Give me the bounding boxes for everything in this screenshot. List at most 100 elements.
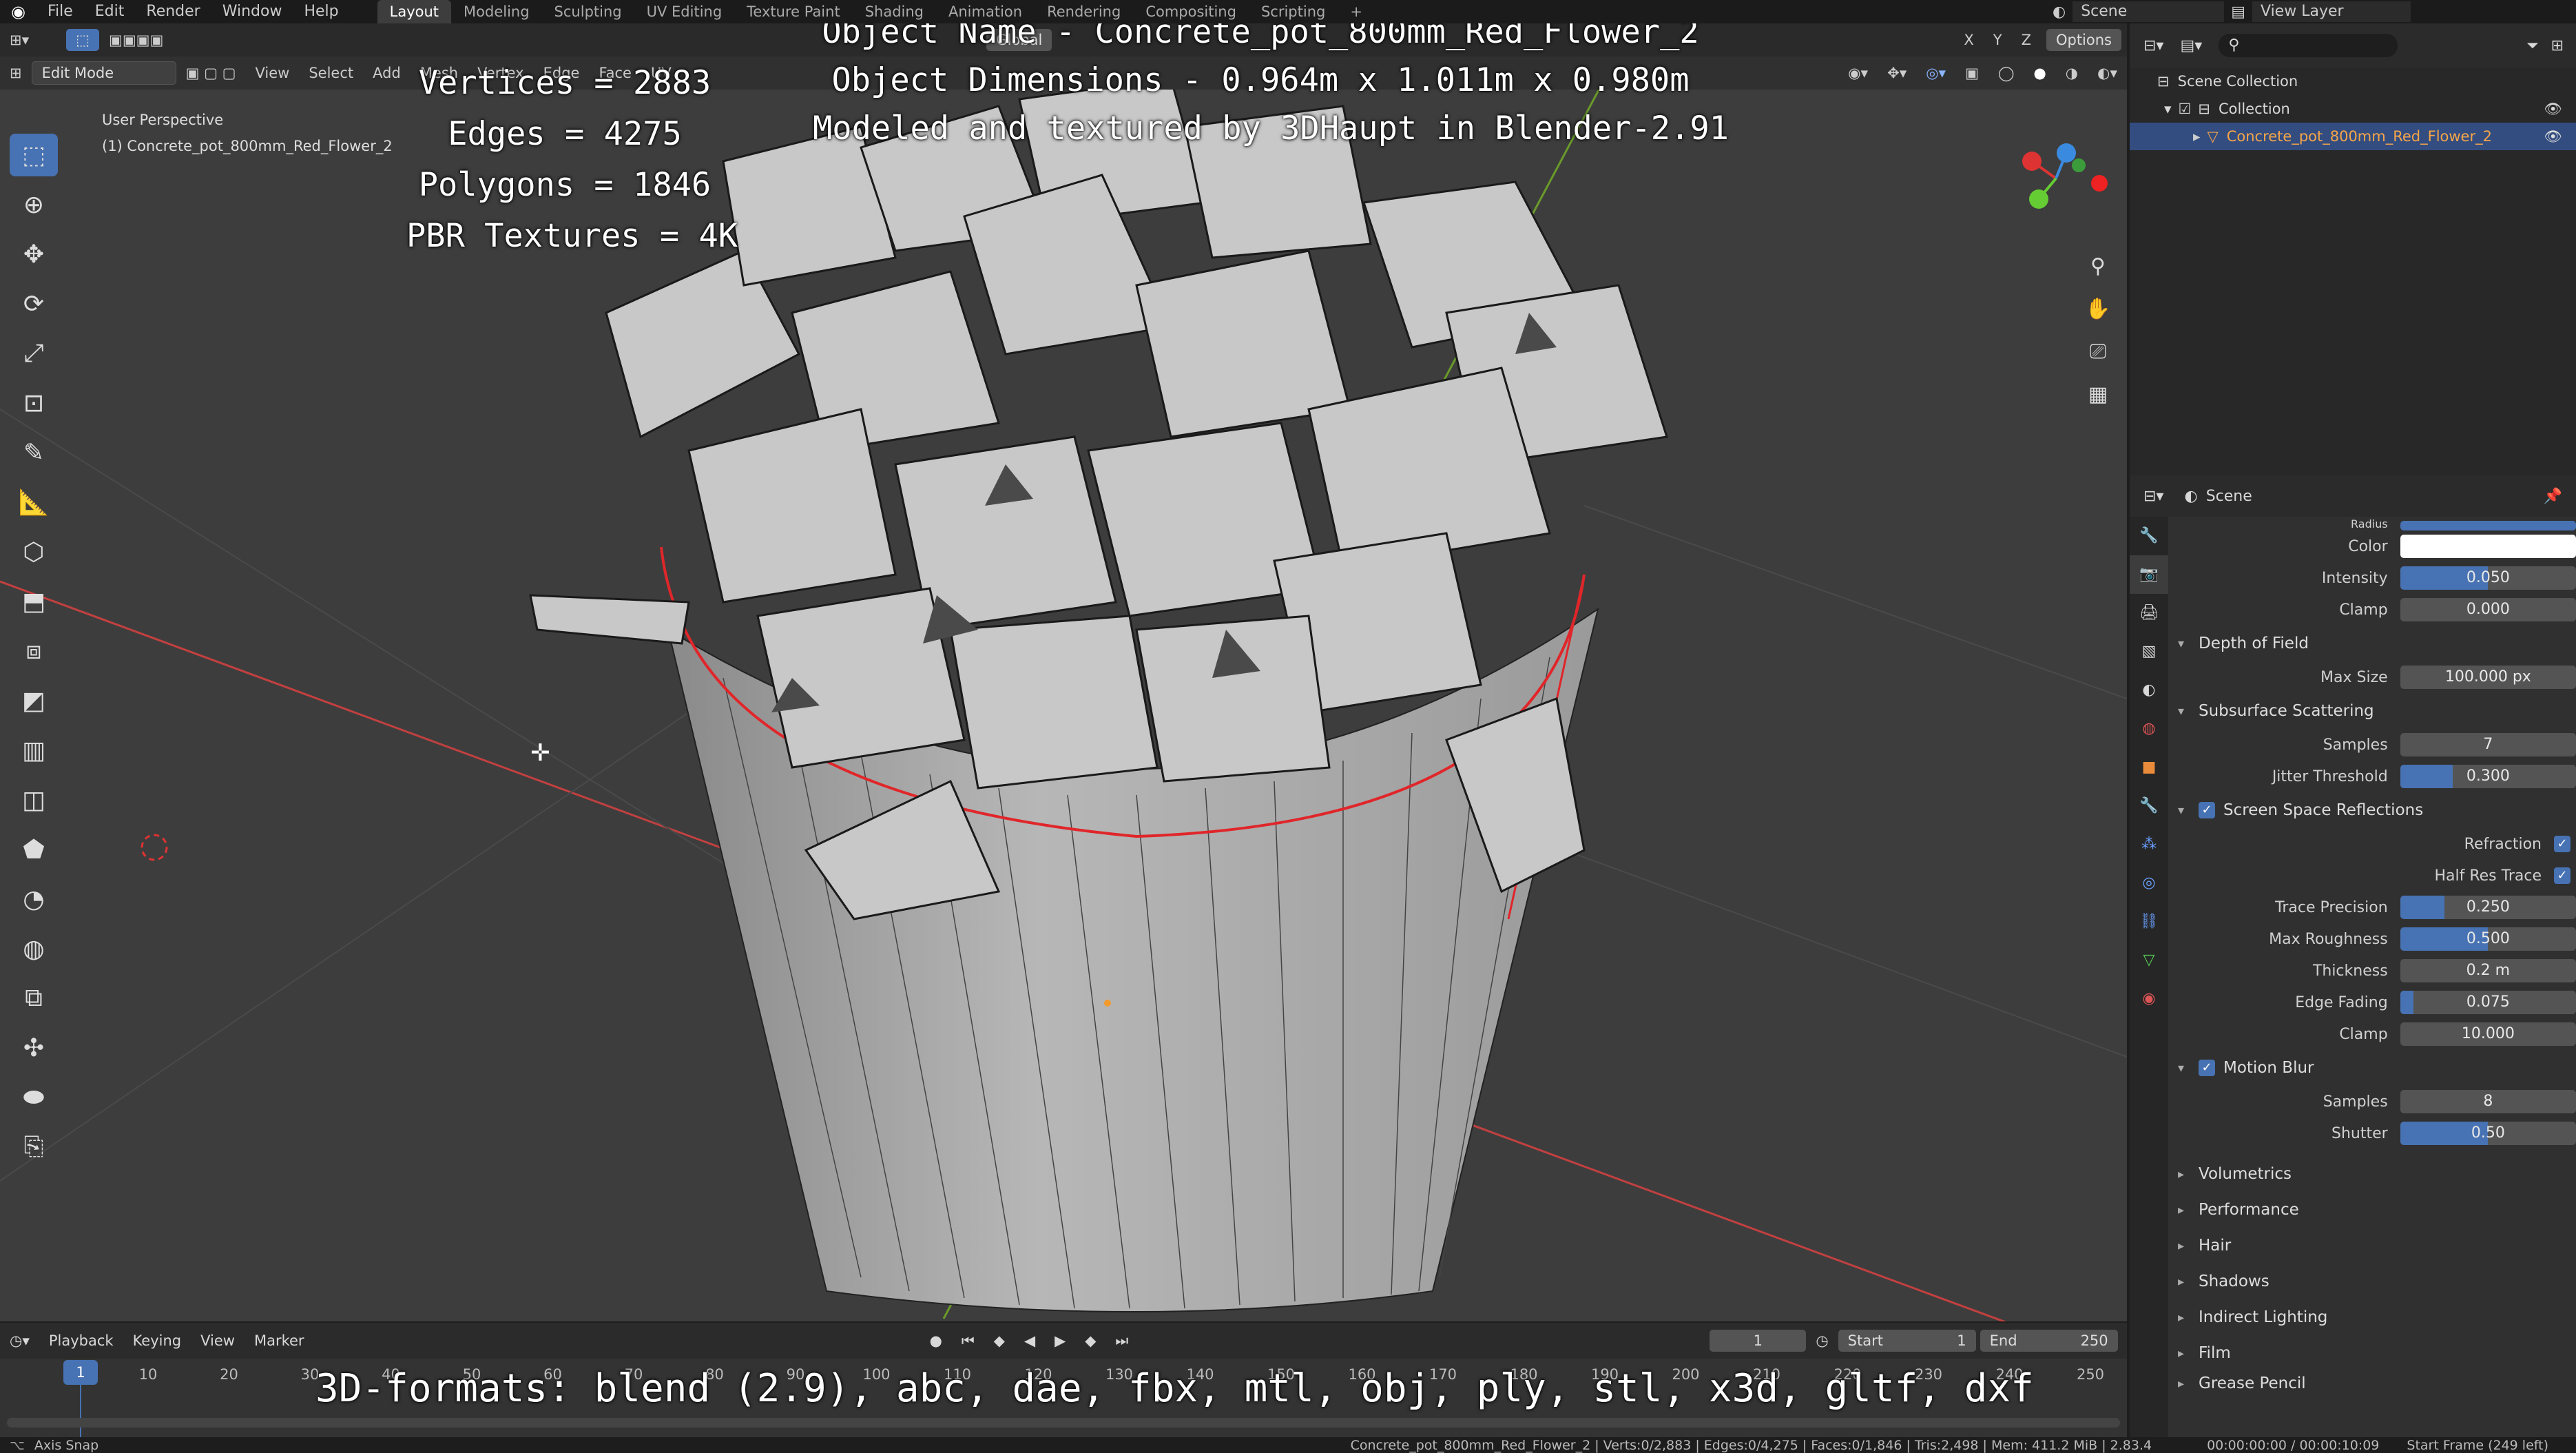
extrude-icon[interactable]: ⬒ bbox=[10, 580, 58, 623]
rip-region-icon[interactable]: ⎘ bbox=[10, 1126, 58, 1168]
workspace-tab-rendering[interactable]: Rendering bbox=[1035, 0, 1133, 23]
gizmo-icon[interactable]: ✥▾ bbox=[1878, 65, 1916, 81]
panel-subsurface-scattering[interactable]: ▾ Subsurface Scattering bbox=[2168, 693, 2576, 729]
menu-edit[interactable]: Edit bbox=[84, 0, 136, 23]
annotate-icon[interactable]: ✎ bbox=[10, 431, 58, 474]
panel-film[interactable]: ▸ Film bbox=[2168, 1335, 2576, 1371]
menu-render[interactable]: Render bbox=[135, 0, 211, 23]
camera-icon[interactable]: ⎚ bbox=[2080, 333, 2116, 369]
particles-tab-icon[interactable]: ⁂ bbox=[2130, 825, 2168, 864]
shear-icon[interactable]: ⬬ bbox=[10, 1076, 58, 1119]
constraints-tab-icon[interactable]: ⛓ bbox=[2130, 903, 2168, 941]
loop-cut-icon[interactable]: ▥ bbox=[10, 729, 58, 772]
trace-slider[interactable]: 0.250 bbox=[2400, 896, 2576, 919]
edge-fading-slider[interactable]: 0.075 bbox=[2400, 991, 2576, 1014]
menu-window[interactable]: Window bbox=[211, 0, 293, 23]
ssr-checkbox[interactable]: ✓ bbox=[2199, 802, 2215, 818]
workspace-tab-shading[interactable]: Shading bbox=[853, 0, 936, 23]
menu-help[interactable]: Help bbox=[293, 0, 349, 23]
panel-ssr[interactable]: ▾ ✓ Screen Space Reflections bbox=[2168, 792, 2576, 828]
panel-volumetrics[interactable]: ▸ Volumetrics bbox=[2168, 1156, 2576, 1192]
motion-blur-checkbox[interactable]: ✓ bbox=[2199, 1060, 2215, 1076]
view-layer-selector[interactable]: View Layer bbox=[2252, 1, 2411, 22]
rotate-icon[interactable]: ⟳ bbox=[10, 282, 58, 325]
refraction-checkbox[interactable]: ✓ bbox=[2554, 836, 2570, 852]
scene-selector[interactable]: Scene bbox=[2073, 1, 2225, 22]
mirror-y-toggle[interactable]: Y bbox=[1984, 32, 2012, 48]
object-visibility-icon[interactable]: 👁 bbox=[2544, 128, 2562, 145]
editor-type-icon-2[interactable]: ⊞ bbox=[0, 65, 32, 81]
prev-key-icon[interactable]: ◆ bbox=[984, 1332, 1015, 1349]
view-layer-tab-icon[interactable]: ▧ bbox=[2130, 632, 2168, 671]
shrink-fatten-icon[interactable]: ✣ bbox=[10, 1027, 58, 1069]
poly-build-icon[interactable]: ⬟ bbox=[10, 828, 58, 871]
outliner-row-scene-collection[interactable]: ⊟ Scene Collection bbox=[2130, 68, 2576, 95]
mirror-x-toggle[interactable]: X bbox=[1954, 32, 1983, 48]
half-res-checkbox[interactable]: ✓ bbox=[2554, 867, 2570, 884]
panel-depth-of-field[interactable]: ▾ Depth of Field bbox=[2168, 626, 2576, 661]
transform-icon[interactable]: ⊡ bbox=[10, 382, 58, 424]
menu-file[interactable]: File bbox=[37, 0, 84, 23]
spin-icon[interactable]: ◔ bbox=[10, 878, 58, 920]
workspace-tab-sculpting[interactable]: Sculpting bbox=[542, 0, 634, 23]
jump-start-icon[interactable]: ⏮ bbox=[952, 1332, 984, 1350]
outliner-row-collection[interactable]: ▾ ☑ ⊟ Collection 👁 bbox=[2130, 95, 2576, 123]
scene-tab-icon[interactable]: ◐ bbox=[2130, 671, 2168, 710]
shading-wireframe-icon[interactable]: ◯ bbox=[1988, 65, 2024, 81]
sss-samples-field[interactable]: 7 bbox=[2400, 733, 2576, 756]
smooth-icon[interactable]: ◍ bbox=[10, 927, 58, 970]
physics-tab-icon[interactable]: ◎ bbox=[2130, 864, 2168, 903]
measure-icon[interactable]: 📐 bbox=[10, 481, 58, 524]
material-tab-icon[interactable]: ◉ bbox=[2130, 980, 2168, 1018]
roughness-slider[interactable]: 0.500 bbox=[2400, 927, 2576, 951]
workspace-tab-modeling[interactable]: Modeling bbox=[451, 0, 542, 23]
ssr-clamp-field[interactable]: 10.000 bbox=[2400, 1022, 2576, 1046]
navigation-gizmo[interactable] bbox=[1997, 120, 2115, 237]
select-mode-icons[interactable]: ▣▣▣▣ bbox=[99, 32, 173, 48]
shutter-slider[interactable]: 0.50 bbox=[2400, 1122, 2576, 1145]
outliner-row-object[interactable]: ▸ ▽ Concrete_pot_800mm_Red_Flower_2 👁 bbox=[2130, 123, 2576, 150]
color-swatch[interactable] bbox=[2400, 535, 2576, 558]
new-collection-icon[interactable]: ⊞ bbox=[2551, 37, 2564, 54]
outliner-type-icon[interactable]: ⊟▾ bbox=[2143, 37, 2163, 54]
menu-select[interactable]: Select bbox=[299, 65, 363, 81]
menu-timeline-view[interactable]: View bbox=[191, 1332, 245, 1349]
select-box-icon[interactable]: ⬚ bbox=[10, 134, 58, 176]
panel-hair[interactable]: ▸ Hair bbox=[2168, 1228, 2576, 1264]
workspace-tab-texture-paint[interactable]: Texture Paint bbox=[734, 0, 853, 23]
jump-end-icon[interactable]: ⏭ bbox=[1105, 1332, 1138, 1350]
panel-grease-pencil[interactable]: ▸ Grease Pencil bbox=[2168, 1371, 2576, 1396]
modifier-tab-icon[interactable]: 🔧 bbox=[2130, 787, 2168, 825]
pin-icon[interactable]: 📌 bbox=[2544, 488, 2562, 505]
knife-icon[interactable]: ◫ bbox=[10, 779, 58, 821]
properties-type-icon[interactable]: ⊟▾ bbox=[2143, 488, 2163, 505]
3d-viewport[interactable]: ✛ ⊞▾ ⬚ ▣▣▣▣ Global X Y Z Options ⊞ Edit … bbox=[0, 23, 2127, 1321]
pan-hand-icon[interactable]: ✋ bbox=[2080, 291, 2116, 327]
bevel-icon[interactable]: ◩ bbox=[10, 679, 58, 722]
end-frame-field[interactable]: End 250 bbox=[1980, 1330, 2118, 1352]
jitter-slider[interactable]: 0.300 bbox=[2400, 765, 2576, 788]
move-icon[interactable]: ✥ bbox=[10, 233, 58, 276]
outliner-search-icon[interactable]: ⚲ bbox=[2219, 34, 2398, 57]
timeline-type-icon[interactable]: ◷▾ bbox=[0, 1332, 39, 1349]
shading-solid-icon[interactable]: ● bbox=[2024, 65, 2055, 81]
data-tab-icon[interactable]: ▽ bbox=[2130, 941, 2168, 980]
tool-tab-icon[interactable]: 🔧 bbox=[2130, 517, 2168, 555]
add-cube-icon[interactable]: ⬡ bbox=[10, 530, 58, 573]
mode-selector[interactable]: Edit Mode bbox=[31, 61, 176, 85]
blender-logo-icon[interactable]: ◉ bbox=[0, 0, 37, 23]
inset-icon[interactable]: ⧈ bbox=[10, 630, 58, 672]
radius-field[interactable] bbox=[2400, 521, 2576, 530]
zoom-icon[interactable]: ⚲ bbox=[2080, 248, 2116, 284]
intensity-slider[interactable]: 0.050 bbox=[2400, 566, 2576, 590]
options-dropdown[interactable]: Options bbox=[2046, 29, 2121, 51]
play-icon[interactable]: ▶ bbox=[1045, 1332, 1075, 1349]
expand-collection-icon[interactable]: ▾ bbox=[2164, 101, 2172, 117]
timeline-scrollbar[interactable] bbox=[7, 1418, 2120, 1428]
mb-samples-field[interactable]: 8 bbox=[2400, 1090, 2576, 1113]
scale-icon[interactable]: ⤢ bbox=[10, 332, 58, 375]
render-tab-icon[interactable]: 📷 bbox=[2130, 555, 2168, 594]
menu-add[interactable]: Add bbox=[363, 65, 411, 81]
overlay-icon[interactable]: ◎▾ bbox=[1916, 65, 1955, 81]
collection-visibility-icon[interactable]: 👁 bbox=[2544, 101, 2562, 118]
